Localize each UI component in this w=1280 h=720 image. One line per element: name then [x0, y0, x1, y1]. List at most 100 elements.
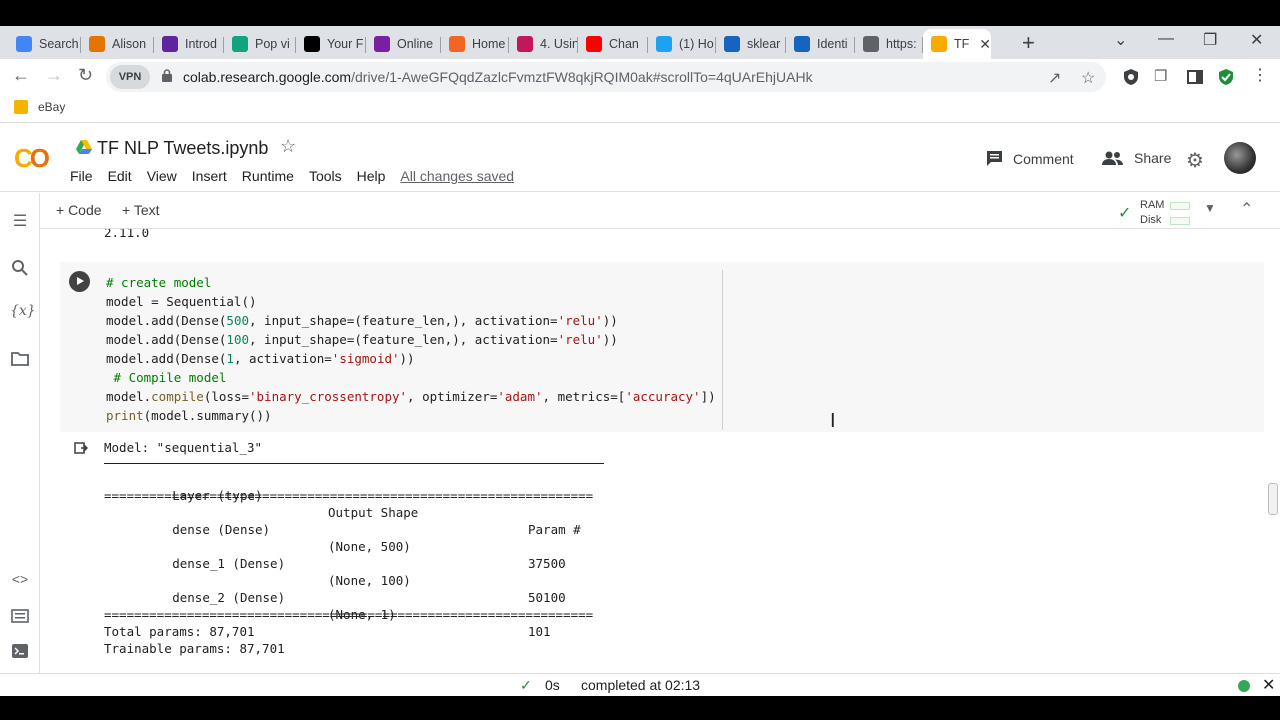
- share-button[interactable]: Share: [1102, 150, 1171, 166]
- back-icon[interactable]: ←: [12, 65, 30, 86]
- minimize-icon[interactable]: —: [1158, 30, 1174, 48]
- code-line: # create model: [106, 275, 212, 290]
- code-line: model.add(Dense(1, activation='sigmoid')…: [106, 351, 415, 366]
- youtube-icon: [586, 36, 602, 52]
- scrollbar-thumb[interactable]: [1268, 483, 1278, 515]
- browser-tab[interactable]: Pop vi: [224, 29, 296, 59]
- browser-tab[interactable]: Identi: [786, 29, 855, 59]
- folder-icon[interactable]: [10, 351, 30, 367]
- table-row: dense (Dense) (None, 500) 37500: [104, 504, 604, 571]
- browser-tab[interactable]: TF ✕: [923, 29, 991, 59]
- url-text[interactable]: colab.research.google.com/drive/1-AweGFQ…: [183, 69, 813, 85]
- menu-file[interactable]: File: [70, 168, 93, 184]
- shopping-bag-icon: [14, 100, 28, 114]
- execution-time: 0s: [545, 677, 560, 693]
- run-cell-button[interactable]: [69, 271, 90, 292]
- variables-icon[interactable]: {x}: [10, 303, 36, 319]
- previous-output: 2.11.0: [104, 229, 150, 240]
- forward-icon[interactable]: →: [45, 65, 63, 86]
- code-line: model = Sequential(): [106, 294, 257, 309]
- reload-icon[interactable]: ↻: [78, 65, 93, 86]
- browser-tab[interactable]: Chan: [578, 29, 648, 59]
- execution-status[interactable]: completed at 02:13: [581, 677, 700, 693]
- menu-view[interactable]: View: [147, 168, 177, 184]
- code-line: model.add(Dense(100, input_shape=(featur…: [106, 332, 618, 347]
- bookmark-ebay[interactable]: eBay: [14, 100, 65, 114]
- output-actions-icon[interactable]: [74, 441, 88, 455]
- restore-icon[interactable]: ❐: [1203, 30, 1217, 50]
- browser-tab[interactable]: Your F: [296, 29, 366, 59]
- browser-menu-icon[interactable]: ⋮: [1252, 65, 1268, 85]
- save-status[interactable]: All changes saved: [400, 168, 514, 184]
- star-icon[interactable]: ☆: [280, 136, 296, 157]
- code-editor[interactable]: # create model model = Sequential() model.…: [106, 273, 716, 425]
- menu-tools[interactable]: Tools: [309, 168, 342, 184]
- browser-tab[interactable]: https:: [855, 29, 923, 59]
- tab-label: (1) Ho: [679, 37, 714, 51]
- medium-icon: [304, 36, 320, 52]
- add-code-button[interactable]: + Code: [56, 202, 102, 218]
- bookmark-label: eBay: [38, 100, 66, 114]
- notebook-title[interactable]: TF NLP Tweets.ipynb: [97, 138, 268, 159]
- collapse-header-icon[interactable]: ⌃: [1240, 199, 1253, 219]
- command-palette-icon[interactable]: [10, 609, 30, 623]
- code-cell[interactable]: # create model model = Sequential() model.…: [60, 262, 1264, 432]
- browser-tab[interactable]: (1) Ho: [648, 29, 716, 59]
- chevron-down-icon[interactable]: ⌄: [1114, 30, 1127, 50]
- cell-output: Model: "sequential_3" Layer (type) Outpu…: [104, 439, 604, 657]
- avatar[interactable]: [1224, 142, 1256, 174]
- tab-label: Alison: [112, 37, 147, 51]
- ram-label: RAM: [1140, 199, 1165, 211]
- browser-tab[interactable]: 4. Usin: [509, 29, 578, 59]
- colab-logo[interactable]: CO: [14, 143, 50, 174]
- bookmark-star-icon[interactable]: ☆: [1081, 68, 1095, 88]
- browser-tab[interactable]: sklear: [716, 29, 786, 59]
- close-window-icon[interactable]: ✕: [1250, 30, 1263, 50]
- menu-help[interactable]: Help: [357, 168, 386, 184]
- new-tab-icon[interactable]: +: [1022, 30, 1035, 56]
- menu-edit[interactable]: Edit: [108, 168, 132, 184]
- tab-label: Identi: [817, 37, 848, 51]
- close-tab-icon[interactable]: ✕: [979, 36, 991, 53]
- code-snippets-icon[interactable]: <>: [10, 571, 30, 587]
- lock-icon[interactable]: [162, 69, 172, 82]
- comment-icon: [987, 151, 1002, 166]
- side-panel-icon[interactable]: [1186, 68, 1204, 86]
- bookmarks-bar: eBay: [0, 95, 1280, 123]
- table-of-contents-icon[interactable]: ☰: [10, 211, 30, 231]
- menu-insert[interactable]: Insert: [192, 168, 227, 184]
- chevron-down-icon[interactable]: ▼: [1204, 201, 1216, 215]
- terminal-icon[interactable]: [10, 643, 30, 659]
- add-text-button[interactable]: + Text: [122, 202, 160, 218]
- adguard-icon[interactable]: [1217, 68, 1235, 86]
- close-icon[interactable]: ✕: [1262, 675, 1275, 695]
- browser-tab[interactable]: Search: [8, 29, 81, 59]
- comment-button[interactable]: Comment: [986, 150, 1074, 167]
- notebook-content: 2.11.0 # create model model = Sequential(…: [40, 229, 1280, 673]
- tab-label: Online: [397, 37, 434, 51]
- google-drive-icon[interactable]: [76, 140, 92, 154]
- menu-runtime[interactable]: Runtime: [242, 168, 294, 184]
- summary-header: Layer (type) Output Shape Param #: [104, 470, 604, 537]
- table-row: dense_2 (Dense) (None, 1) 101: [104, 572, 604, 639]
- settings-gear-icon[interactable]: ⚙: [1186, 148, 1204, 173]
- tab-label: Chan: [609, 37, 639, 51]
- browser-tab[interactable]: Home: [441, 29, 509, 59]
- browser-tab[interactable]: Alison: [81, 29, 154, 59]
- browser-toolbar: ← → ↻ VPN colab.research.google.com/driv…: [0, 59, 1280, 95]
- search-icon[interactable]: [10, 259, 30, 277]
- extensions-puzzle-icon[interactable]: ❐: [1154, 67, 1167, 85]
- vpn-badge[interactable]: VPN: [110, 65, 150, 89]
- browser-tab[interactable]: Online: [366, 29, 441, 59]
- code-line: print(model.summary()): [106, 408, 272, 423]
- globe-icon: [863, 36, 879, 52]
- ruler-line: [722, 270, 723, 430]
- share-page-icon[interactable]: ↗: [1048, 68, 1061, 88]
- tab-label: sklear: [747, 37, 781, 51]
- alison-icon: [89, 36, 105, 52]
- code-line: # Compile model: [106, 370, 227, 385]
- shield-extension-icon[interactable]: [1122, 68, 1140, 86]
- browser-tab[interactable]: Introd: [154, 29, 224, 59]
- address-bar[interactable]: VPN colab.research.google.com/drive/1-Aw…: [106, 62, 1106, 92]
